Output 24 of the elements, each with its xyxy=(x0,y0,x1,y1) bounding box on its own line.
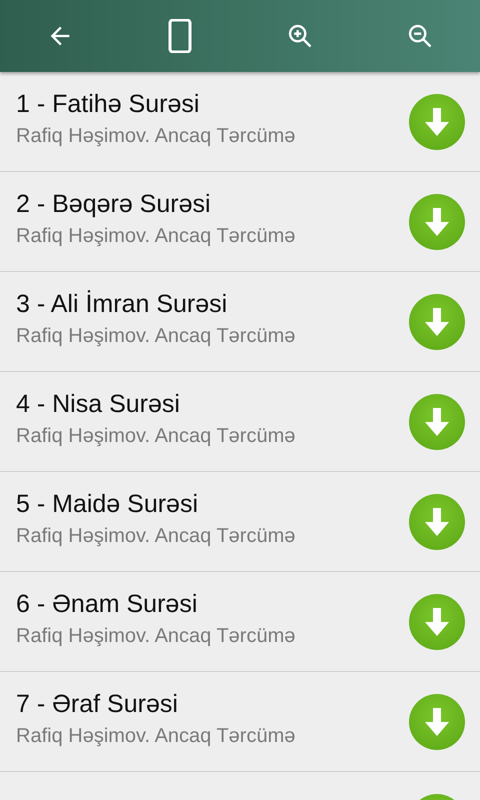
translator-subtitle: Rafiq Həşimov. Ancaq Tərcümə xyxy=(16,724,296,748)
down-arrow-icon xyxy=(423,106,451,138)
down-arrow-icon xyxy=(423,206,451,238)
zoom-out-icon xyxy=(406,22,434,50)
down-arrow-icon xyxy=(423,406,451,438)
down-arrow-icon xyxy=(423,606,451,638)
phone-icon xyxy=(168,19,192,53)
zoom-in-icon xyxy=(286,22,314,50)
sura-title: 1 - Fatihə Surəsi xyxy=(16,90,200,118)
sura-title: 5 - Maidə Surəsi xyxy=(16,490,200,518)
translator-subtitle: Rafiq Həşimov. Ancaq Tərcümə xyxy=(16,324,296,348)
down-arrow-icon xyxy=(423,306,451,338)
sura-title: 3 - Ali İmran Surəsi xyxy=(16,290,228,318)
sura-title: 7 - Əraf Surəsi xyxy=(16,690,179,718)
translator-subtitle: Rafiq Həşimov. Ancaq Tərcümə xyxy=(16,524,296,548)
sura-title: 4 - Nisa Surəsi xyxy=(16,390,181,418)
down-arrow-icon xyxy=(423,506,451,538)
sura-title: 6 - Ənam Surəsi xyxy=(16,590,198,618)
translator-subtitle: Rafiq Həşimov. Ancaq Tərcümə xyxy=(16,124,296,148)
translator-subtitle: Rafiq Həşimov. Ancaq Tərcümə xyxy=(16,624,296,648)
translator-subtitle: Rafiq Həşimov. Ancaq Tərcümə xyxy=(16,224,296,248)
down-arrow-icon xyxy=(423,706,451,738)
sura-title: 2 - Bəqərə Surəsi xyxy=(16,190,212,218)
translator-subtitle: Rafiq Həşimov. Ancaq Tərcümə xyxy=(16,424,296,448)
